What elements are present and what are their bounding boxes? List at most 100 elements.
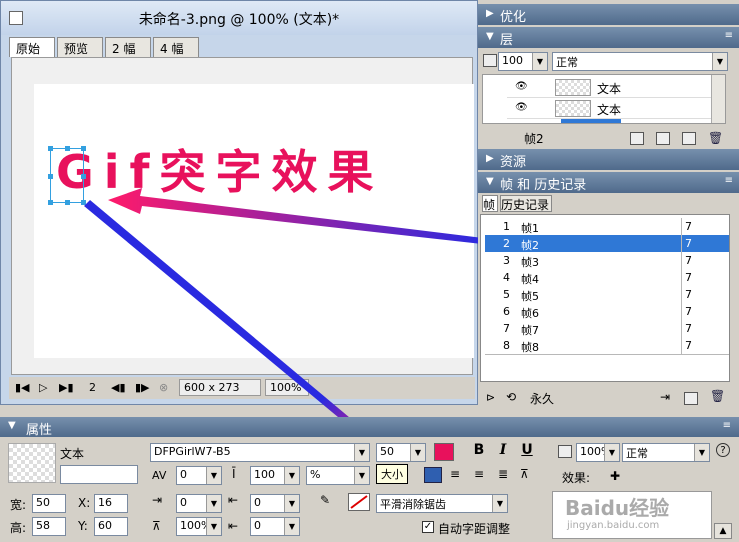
distribute-to-frames-icon[interactable]: ⇥ xyxy=(660,390,670,404)
align-left-button[interactable] xyxy=(424,467,442,483)
indent-input[interactable]: 0 ▼ xyxy=(176,494,222,513)
y-input[interactable]: 60 xyxy=(94,517,128,536)
tab-frames[interactable]: 帧 xyxy=(482,195,498,212)
column-divider xyxy=(681,252,682,269)
object-blend-select[interactable]: 正常 ▼ xyxy=(622,443,710,462)
frame-delay[interactable]: 7 xyxy=(685,220,692,233)
effects-list: Baidu经验 jingyan.baidu.com xyxy=(552,491,712,539)
dropdown-arrow-icon[interactable]: ▼ xyxy=(206,495,221,512)
frame-row[interactable]: 2 帧2 7 xyxy=(485,235,729,253)
frame-row[interactable]: 8 帧8 7 xyxy=(485,337,729,355)
loop-icon[interactable]: ⟲ xyxy=(506,390,516,404)
frame-row[interactable]: 6 帧6 7 xyxy=(485,303,729,321)
dropdown-arrow-icon[interactable]: ▼ xyxy=(694,444,709,461)
font-family-select[interactable]: DFPGirlW7-B5 ▼ xyxy=(150,443,370,462)
frame-delay[interactable]: 7 xyxy=(685,254,692,267)
x-input[interactable]: 16 xyxy=(94,494,128,513)
collapse-properties-icon[interactable]: ▲ xyxy=(714,523,732,539)
frame-delay[interactable]: 7 xyxy=(685,305,692,318)
layers-footer-label: 帧2 xyxy=(524,132,544,146)
delete-frame-icon[interactable]: 🗑 xyxy=(710,389,725,403)
new-frame-icon[interactable] xyxy=(684,392,698,405)
frame-delay[interactable]: 7 xyxy=(685,288,692,301)
space-after-input[interactable]: 0 ▼ xyxy=(250,517,300,536)
panel-options-icon[interactable]: ≡ xyxy=(723,420,731,431)
frame-delay[interactable]: 7 xyxy=(685,271,692,284)
italic-button[interactable]: I xyxy=(496,442,510,462)
object-type: 文本 xyxy=(60,447,85,461)
layer-blend-select[interactable]: 正常 ▼ xyxy=(552,52,728,71)
frame-row[interactable]: 7 帧7 7 xyxy=(485,320,729,338)
dropdown-arrow-icon[interactable]: ▼ xyxy=(492,495,507,512)
add-effect-icon[interactable]: ✚ xyxy=(610,469,620,483)
properties-panel: 文本 宽: 50 X: 16 高: 58 Y: 60 DFPGirlW7-B5 ▼… xyxy=(0,437,739,542)
dropdown-arrow-icon[interactable]: ▼ xyxy=(284,467,299,484)
frames-panel-header[interactable]: ▼ 帧 和 历史记录 ≡ xyxy=(478,172,739,193)
frame-row[interactable]: 5 帧5 7 xyxy=(485,286,729,304)
horizontal-scale-input[interactable]: 100% ▼ xyxy=(176,517,222,536)
add-mask-icon[interactable] xyxy=(656,132,670,145)
pencil-icon[interactable]: ✎ xyxy=(320,493,330,507)
layer-row[interactable]: 👁 文本 xyxy=(507,98,717,119)
antialias-select[interactable]: 平滑消除锯齿 ▼ xyxy=(376,494,508,513)
height-label: 高: xyxy=(10,521,27,535)
font-size-input[interactable]: 50 ▼ xyxy=(376,443,426,462)
dropdown-arrow-icon[interactable]: ▼ xyxy=(284,518,299,535)
dropdown-arrow-icon[interactable]: ▼ xyxy=(354,444,369,461)
dropdown-arrow-icon[interactable]: ▼ xyxy=(712,53,727,70)
stroke-color-swatch[interactable] xyxy=(348,493,370,511)
frame-delay[interactable]: 7 xyxy=(685,322,692,335)
layers-panel-header[interactable]: ▼ 层 ≡ xyxy=(478,27,739,48)
layer-row[interactable]: 👁 文本 xyxy=(507,77,717,98)
new-layer-icon[interactable] xyxy=(682,132,696,145)
frame-row[interactable]: 4 帧4 7 xyxy=(485,269,729,287)
space-before-input[interactable]: 0 ▼ xyxy=(250,494,300,513)
help-icon[interactable]: ? xyxy=(716,443,730,457)
auto-kern-label: 自动字距调整 xyxy=(438,522,511,536)
frame-row[interactable]: 1 帧1 7 xyxy=(485,218,729,236)
leading-input[interactable]: 100 ▼ xyxy=(250,466,300,485)
auto-kern-checkbox[interactable]: ✓ xyxy=(422,521,434,533)
justify-icon[interactable]: ≣ xyxy=(498,467,508,481)
object-name-input[interactable] xyxy=(60,465,138,484)
align-right-icon[interactable]: ≡ xyxy=(474,467,484,481)
space-before-icon: ⇤ xyxy=(228,493,239,507)
new-sublayer-icon[interactable] xyxy=(630,132,644,145)
kerning-input[interactable]: 0 ▼ xyxy=(176,466,222,485)
underline-button[interactable]: U xyxy=(520,442,534,462)
properties-panel-header[interactable]: ▼ 属性 ≡ xyxy=(0,417,739,438)
dropdown-arrow-icon[interactable]: ▼ xyxy=(410,444,425,461)
tab-history[interactable]: 历史记录 xyxy=(500,195,552,212)
leading-unit-select[interactable]: % ▼ xyxy=(306,466,370,485)
loop-label[interactable]: 永久 xyxy=(530,390,554,407)
dropdown-arrow-icon[interactable]: ▼ xyxy=(604,444,619,461)
optimize-panel-header[interactable]: ▶ 优化 xyxy=(478,4,739,25)
eye-icon[interactable]: 👁 xyxy=(515,102,528,113)
panel-options-icon[interactable]: ≡ xyxy=(725,175,733,186)
trash-icon[interactable]: 🗑 xyxy=(708,131,723,145)
column-divider xyxy=(681,269,682,286)
dropdown-arrow-icon[interactable]: ▼ xyxy=(354,467,369,484)
bold-button[interactable]: B xyxy=(472,442,486,462)
layers-scrollbar[interactable] xyxy=(711,75,725,123)
stretch-icon[interactable]: ⊼ xyxy=(520,467,529,481)
text-color-swatch[interactable] xyxy=(434,443,454,461)
dropdown-arrow-icon[interactable]: ▼ xyxy=(206,518,221,535)
dropdown-arrow-icon[interactable]: ▼ xyxy=(284,495,299,512)
dropdown-arrow-icon[interactable]: ▼ xyxy=(206,467,221,484)
frame-row[interactable]: 3 帧3 7 xyxy=(485,252,729,270)
dropdown-arrow-icon[interactable]: ▼ xyxy=(532,53,547,70)
eye-icon[interactable]: 👁 xyxy=(515,81,528,92)
object-opacity-input[interactable]: 100% ▼ xyxy=(576,443,620,462)
column-divider xyxy=(681,303,682,320)
layer-opacity-input[interactable]: 100 ▼ xyxy=(498,52,548,71)
layers-panel-title: 层 xyxy=(500,33,514,48)
width-input[interactable]: 50 xyxy=(32,494,66,513)
align-center-icon[interactable]: ≡ xyxy=(450,467,460,481)
height-input[interactable]: 58 xyxy=(32,517,66,536)
frame-delay[interactable]: 7 xyxy=(685,339,692,352)
onion-skin-icon[interactable]: ⊳ xyxy=(486,391,495,404)
panel-options-icon[interactable]: ≡ xyxy=(725,30,733,41)
resources-panel-header[interactable]: ▶ 资源 xyxy=(478,149,739,170)
frame-delay[interactable]: 7 xyxy=(685,237,692,250)
